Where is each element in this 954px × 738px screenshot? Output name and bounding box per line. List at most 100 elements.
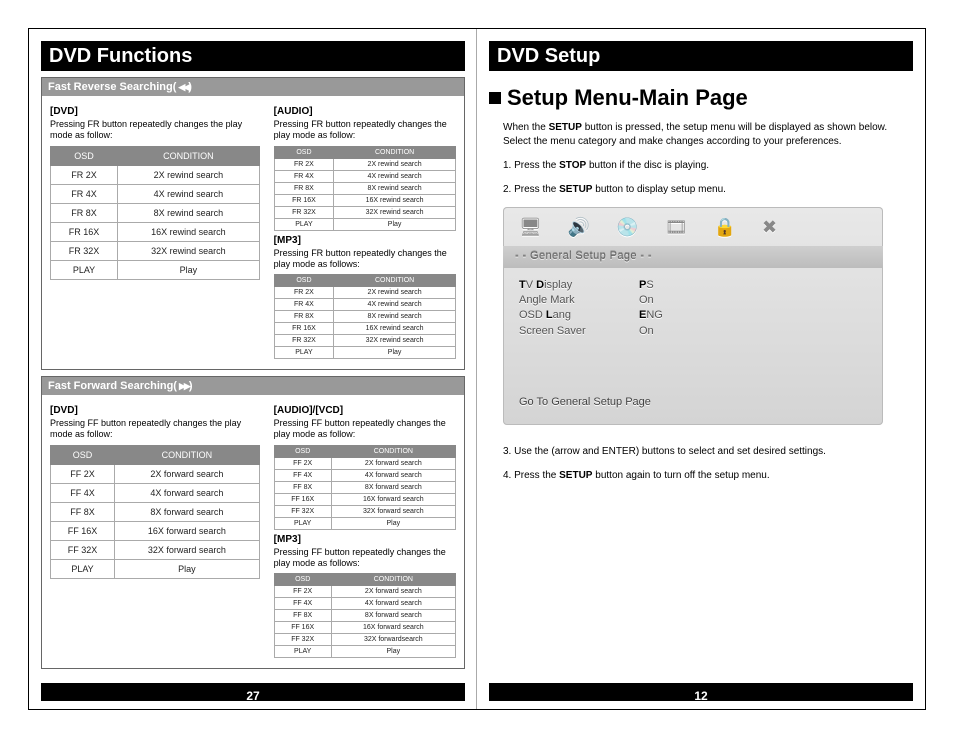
table-cell: 32X forward search: [331, 505, 455, 517]
table-row: FF 4X4X forward search: [274, 469, 455, 481]
table-cell: FR 16X: [274, 194, 334, 206]
table-cell: Play: [331, 517, 455, 529]
table-cell: FR 32X: [51, 241, 118, 260]
table-header: OSD: [274, 445, 331, 457]
table-header: OSD: [274, 146, 334, 158]
table-cell: 4X forward search: [331, 598, 455, 610]
table-cell: FR 4X: [51, 184, 118, 203]
table-row: FR 4X4X rewind search: [51, 184, 260, 203]
setup-heading-text: Setup Menu-Main Page: [507, 85, 748, 111]
table-cell: 4X rewind search: [334, 299, 456, 311]
function-section: Fast Reverse Searching(◀◀)[DVD]Pressing …: [41, 77, 465, 370]
table-row: FR 32X32X rewind search: [51, 241, 260, 260]
table-cell: 4X rewind search: [334, 170, 456, 182]
table-cell: FR 2X: [274, 158, 334, 170]
table-row: FF 32X32X forward search: [51, 540, 260, 559]
osd-item-value: On: [639, 293, 654, 308]
video-icon: 🎞: [665, 215, 688, 240]
osd-item-key: TV Display: [519, 278, 639, 293]
table-cell: FF 32X: [274, 505, 331, 517]
table-cell: FF 8X: [51, 502, 115, 521]
osd-title-bar: - - General Setup Page - -: [503, 246, 883, 267]
table-row: FR 32X32X rewind search: [274, 206, 455, 218]
table-header: CONDITION: [334, 146, 456, 158]
table-cell: 4X rewind search: [118, 184, 260, 203]
table-cell: FF 2X: [274, 586, 331, 598]
osd-item-value: ENG: [639, 308, 663, 323]
osd-item-value: PS: [639, 278, 654, 293]
table-cell: 16X forward search: [115, 521, 260, 540]
table-cell: 32X rewind search: [334, 335, 456, 347]
table-row: FF 2X2X forward search: [51, 464, 260, 483]
table-header: CONDITION: [115, 445, 260, 464]
columns: [DVD]Pressing FF button repeatedly chang…: [50, 401, 456, 658]
table-row: FF 8X8X forward search: [51, 502, 260, 521]
table-cell: 4X forward search: [331, 469, 455, 481]
table-cell: 16X rewind search: [334, 194, 456, 206]
table-cell: 32X rewind search: [118, 241, 260, 260]
page-title-right: DVD Setup: [489, 41, 913, 71]
table-row: FF 8X8X forward search: [274, 481, 455, 493]
osd-tab-icons: 🖥 🔊 💿 🎞 🔒 ✖: [503, 207, 883, 246]
table-row: FR 2X2X rewind search: [274, 287, 455, 299]
table-cell: 2X forward search: [331, 457, 455, 469]
table-cell: FR 16X: [274, 323, 334, 335]
lock-icon: 🔒: [714, 215, 736, 240]
table-cell: 16X forward search: [331, 622, 455, 634]
table-cell: Play: [334, 347, 456, 359]
page-title-left: DVD Functions: [41, 41, 465, 71]
table-row: FR 32X32X rewind search: [274, 335, 455, 347]
table-header: CONDITION: [331, 445, 455, 457]
table-cell: 16X forward search: [331, 493, 455, 505]
osd-table: OSDCONDITIONFR 2X2X rewind searchFR 4X4X…: [274, 274, 456, 359]
table-row: PLAYPlay: [274, 517, 455, 529]
right-page: DVD Setup Setup Menu-Main Page When the …: [477, 29, 925, 709]
table-cell: 2X forward search: [331, 586, 455, 598]
disc-icon: 💿: [616, 215, 638, 240]
osd-footer-hint: Go To General Setup Page: [503, 345, 883, 424]
table-cell: 2X rewind search: [118, 165, 260, 184]
table-cell: Play: [115, 559, 260, 578]
table-row: FF 16X16X forward search: [274, 493, 455, 505]
table-cell: FR 8X: [274, 311, 334, 323]
table-row: FR 8X8X rewind search: [274, 182, 455, 194]
table-cell: FR 8X: [51, 203, 118, 222]
table-cell: 8X forward search: [115, 502, 260, 521]
table-cell: FF 2X: [51, 464, 115, 483]
format-heading: [AUDIO]/[VCD]: [274, 405, 456, 416]
table-cell: 32X forward search: [115, 540, 260, 559]
table-cell: Play: [331, 646, 455, 658]
table-cell: FF 16X: [274, 622, 331, 634]
format-heading: [MP3]: [274, 534, 456, 545]
table-row: FF 16X16X forward search: [51, 521, 260, 540]
format-heading: [AUDIO]: [274, 106, 456, 117]
table-cell: FR 16X: [51, 222, 118, 241]
setup-body: When the SETUP button is pressed, the se…: [489, 121, 913, 483]
osd-menu-row: TV DisplayPS: [519, 278, 867, 293]
setup-step-4: 4. Press the SETUP button again to turn …: [503, 469, 909, 483]
table-row: FR 16X16X rewind search: [274, 194, 455, 206]
table-cell: 16X rewind search: [118, 222, 260, 241]
table-header: OSD: [274, 275, 334, 287]
format-desc: Pressing FF button repeatedly changes th…: [274, 547, 456, 570]
format-desc: Pressing FF button repeatedly changes th…: [274, 418, 456, 441]
table-row: PLAYPlay: [274, 347, 455, 359]
table-cell: 8X rewind search: [334, 311, 456, 323]
table-row: FF 2X2X forward search: [274, 586, 455, 598]
table-cell: FR 8X: [274, 182, 334, 194]
table-cell: FR 2X: [274, 287, 334, 299]
setup-step-3: 3. Use the (arrow and ENTER) buttons to …: [503, 445, 909, 459]
table-cell: FF 4X: [274, 598, 331, 610]
table-cell: FR 2X: [51, 165, 118, 184]
table-cell: 2X forward search: [115, 464, 260, 483]
table-cell: PLAY: [274, 347, 334, 359]
table-cell: 8X forward search: [331, 610, 455, 622]
table-cell: FF 4X: [51, 483, 115, 502]
table-cell: 2X rewind search: [334, 158, 456, 170]
osd-menu-row: OSD LangENG: [519, 308, 867, 323]
table-cell: FF 16X: [51, 521, 115, 540]
table-row: FR 2X2X rewind search: [51, 165, 260, 184]
page-number-right: 12: [683, 689, 719, 703]
rewind-icon: ◀◀: [178, 82, 188, 93]
format-desc: Pressing FF button repeatedly changes th…: [50, 418, 260, 441]
